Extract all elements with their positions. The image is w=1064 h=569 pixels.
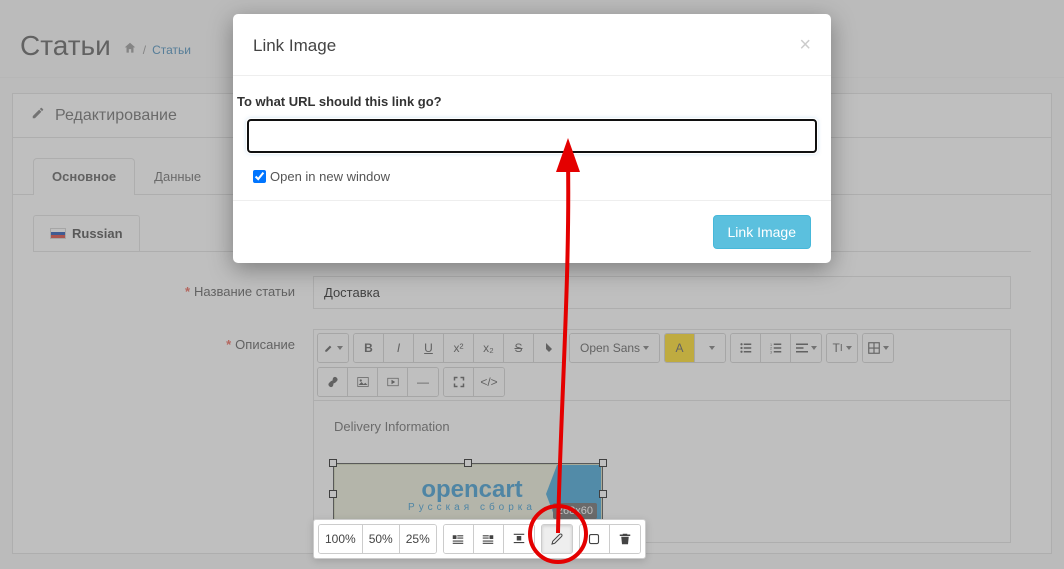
tab-data[interactable]: Данные bbox=[135, 158, 220, 194]
float-left-button[interactable] bbox=[444, 525, 474, 553]
open-new-window-label: Open in new window bbox=[270, 169, 390, 184]
image-shape-button[interactable] bbox=[580, 525, 610, 553]
modal-question: To what URL should this link go? bbox=[233, 94, 831, 119]
breadcrumb: / Статьи bbox=[123, 41, 191, 58]
align-button[interactable] bbox=[791, 334, 821, 362]
editor-toolbar: B I U x² x₂ S Open Sans A bbox=[314, 330, 1010, 401]
modal-title: Link Image bbox=[253, 36, 336, 56]
rich-editor: B I U x² x₂ S Open Sans A bbox=[313, 329, 1011, 543]
unordered-list-button[interactable] bbox=[731, 334, 761, 362]
link-image-button[interactable] bbox=[542, 525, 572, 553]
paragraph-button[interactable]: TI bbox=[827, 334, 857, 362]
font-family-select[interactable]: Open Sans bbox=[570, 334, 659, 362]
selected-image[interactable]: opencart Русская сборка 268x60 bbox=[334, 464, 602, 524]
superscript-button[interactable]: x² bbox=[444, 334, 474, 362]
image-context-toolbar: 100% 50% 25% bbox=[313, 519, 646, 559]
table-button[interactable] bbox=[863, 334, 893, 362]
float-none-button[interactable] bbox=[504, 525, 534, 553]
codeview-button[interactable]: </> bbox=[474, 368, 504, 396]
modal-close-button[interactable]: × bbox=[799, 34, 811, 57]
open-new-window-checkbox[interactable] bbox=[253, 170, 266, 183]
page-title: Статьи bbox=[20, 30, 111, 62]
resize-handle-tr[interactable] bbox=[599, 459, 607, 467]
breadcrumb-separator: / bbox=[143, 43, 146, 57]
hr-button[interactable]: — bbox=[408, 368, 438, 396]
tab-main[interactable]: Основное bbox=[33, 158, 135, 195]
image-dimensions-badge: 268x60 bbox=[553, 503, 597, 519]
row-description: *Описание B I U x² x₂ S bbox=[33, 319, 1031, 553]
row-article-name: *Название статьи bbox=[33, 266, 1031, 319]
resize-handle-rc[interactable] bbox=[599, 490, 607, 498]
lang-tab-russian[interactable]: Russian bbox=[33, 215, 140, 251]
svg-text:3: 3 bbox=[770, 350, 772, 354]
style-button[interactable] bbox=[318, 334, 348, 362]
link-button[interactable] bbox=[318, 368, 348, 396]
resize-50-button[interactable]: 50% bbox=[363, 525, 400, 553]
more-color-button[interactable] bbox=[695, 334, 725, 362]
link-image-modal: Link Image × To what URL should this lin… bbox=[233, 14, 831, 263]
ordered-list-button[interactable]: 123 bbox=[761, 334, 791, 362]
underline-button[interactable]: U bbox=[414, 334, 444, 362]
video-button[interactable] bbox=[378, 368, 408, 396]
link-image-submit-button[interactable]: Link Image bbox=[713, 215, 811, 249]
font-color-button[interactable]: A bbox=[665, 334, 695, 362]
fullscreen-button[interactable] bbox=[444, 368, 474, 396]
italic-button[interactable]: I bbox=[384, 334, 414, 362]
resize-handle-tl[interactable] bbox=[329, 459, 337, 467]
float-right-button[interactable] bbox=[474, 525, 504, 553]
flag-ru-icon bbox=[50, 228, 66, 239]
resize-handle-lc[interactable] bbox=[329, 490, 337, 498]
resize-100-button[interactable]: 100% bbox=[319, 525, 363, 553]
pencil-icon bbox=[31, 106, 45, 125]
home-icon[interactable] bbox=[123, 41, 137, 58]
subscript-button[interactable]: x₂ bbox=[474, 334, 504, 362]
remove-image-button[interactable] bbox=[610, 525, 640, 553]
editor-content-text: Delivery Information bbox=[334, 419, 990, 434]
clear-format-button[interactable] bbox=[534, 334, 564, 362]
resize-25-button[interactable]: 25% bbox=[400, 525, 436, 553]
breadcrumb-current[interactable]: Статьи bbox=[152, 43, 191, 57]
image-button[interactable] bbox=[348, 368, 378, 396]
resize-handle-tc[interactable] bbox=[464, 459, 472, 467]
article-name-input[interactable] bbox=[313, 276, 1011, 309]
link-url-input[interactable] bbox=[247, 119, 817, 153]
strikethrough-button[interactable]: S bbox=[504, 334, 534, 362]
bold-button[interactable]: B bbox=[354, 334, 384, 362]
